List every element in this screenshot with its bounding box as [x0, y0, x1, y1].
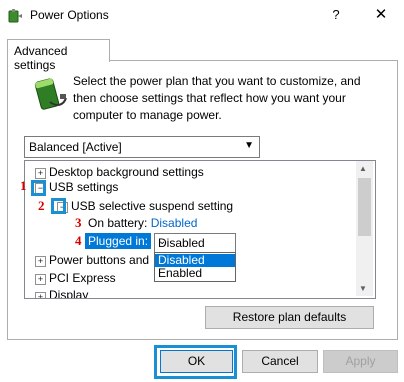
expand-icon[interactable]: + [35, 168, 46, 179]
step-4-label: 4 [75, 233, 82, 248]
tree-item-usb-selective-suspend[interactable]: USB selective suspend setting [71, 199, 233, 213]
tree-item-power-buttons[interactable]: Power buttons and [49, 253, 149, 267]
chevron-down-icon: ⌄ [158, 236, 167, 247]
chevron-down-icon: ▼ [244, 140, 254, 151]
power-options-icon [8, 9, 22, 23]
step2-highlight [51, 198, 66, 214]
scroll-down-icon[interactable]: ▼ [359, 284, 367, 293]
battery-icon [34, 78, 67, 110]
expand-icon[interactable]: + [35, 274, 46, 285]
tree-scrollbar[interactable]: ▲ ▼ [356, 161, 373, 296]
tab-advanced-settings[interactable]: Advanced settings [7, 39, 110, 72]
on-battery-row[interactable]: On battery: Disabled [88, 216, 197, 230]
window-title: Power Options [30, 8, 109, 22]
help-button[interactable]: ? [326, 5, 346, 25]
tree-item-desktop-background[interactable]: Desktop background settings [49, 165, 204, 179]
ok-button[interactable]: OK [160, 350, 233, 373]
scroll-up-icon[interactable]: ▲ [359, 164, 367, 173]
step-3-label: 3 [75, 215, 82, 230]
tree-item-pci-express[interactable]: PCI Express [49, 271, 116, 285]
expand-icon[interactable]: + [35, 292, 46, 298]
tab-label: Advanced settings [14, 44, 68, 72]
close-button[interactable]: ✕ [371, 5, 391, 25]
step1-highlight [31, 180, 46, 196]
plugged-in-dropdown[interactable]: Disabled ⌄ [154, 233, 236, 253]
power-plan-value: Balanced [Active] [29, 140, 122, 154]
option-enabled[interactable]: Enabled [155, 267, 235, 280]
on-battery-value[interactable]: Disabled [151, 216, 198, 230]
plugged-in-label: Plugged in: [85, 233, 152, 249]
restore-plan-defaults-button[interactable]: Restore plan defaults [205, 306, 374, 329]
cancel-button[interactable]: Cancel [242, 350, 318, 373]
apply-button: Apply [323, 350, 398, 373]
tree-item-display[interactable]: Display [49, 288, 88, 298]
plugged-in-row[interactable]: Plugged in: [85, 233, 152, 249]
plugged-in-options-list: Disabled Enabled [154, 252, 236, 282]
step-1-label: 1 [20, 178, 27, 193]
step-2-label: 2 [38, 198, 45, 213]
power-plan-dropdown[interactable]: Balanced [Active] ▼ [24, 136, 260, 158]
description-text: Select the power plan that you want to c… [73, 74, 361, 122]
tree-item-usb-settings[interactable]: USB settings [49, 180, 118, 194]
on-battery-label: On battery: [88, 216, 148, 230]
expand-icon[interactable]: + [35, 256, 46, 267]
scrollbar-thumb[interactable] [358, 178, 371, 236]
